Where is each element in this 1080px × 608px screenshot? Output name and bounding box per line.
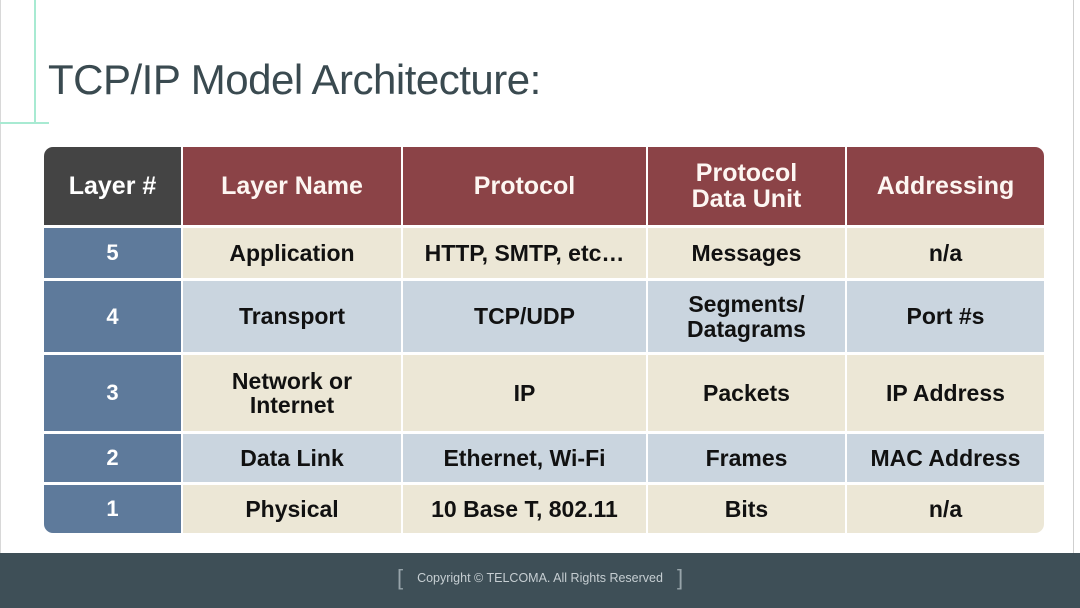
bracket-left-icon: [: [396, 565, 404, 590]
cell-layer-number: 4: [44, 281, 181, 352]
column-header-layer-name: Layer Name: [183, 147, 401, 225]
copyright-block: [ Copyright © TELCOMA. All Rights Reserv…: [397, 567, 683, 589]
cell-protocol: 10 Base T, 802.11: [403, 485, 646, 533]
footer-bar: [ Copyright © TELCOMA. All Rights Reserv…: [0, 553, 1080, 608]
column-header-layer-number: Layer #: [44, 147, 181, 225]
cell-protocol: HTTP, SMTP, etc…: [403, 228, 646, 278]
bracket-right-icon: ]: [676, 565, 684, 590]
vertical-guide-line: [34, 0, 36, 124]
cell-layer-name: Application: [183, 228, 401, 278]
cell-pdu: Messages: [648, 228, 845, 278]
cell-pdu: Bits: [648, 485, 845, 533]
table-row: 3 Network or Internet IP Packets IP Addr…: [44, 355, 1044, 431]
cell-layer-name: Transport: [183, 281, 401, 352]
slide-right-border: [1073, 0, 1074, 553]
cell-layer-number: 2: [44, 434, 181, 482]
table-header-row: Layer # Layer Name Protocol Protocol Dat…: [44, 147, 1044, 225]
cell-layer-number: 5: [44, 228, 181, 278]
cell-layer-name: Physical: [183, 485, 401, 533]
cell-pdu: Frames: [648, 434, 845, 482]
column-header-protocol-data-unit: Protocol Data Unit: [648, 147, 845, 225]
cell-addressing: n/a: [847, 485, 1044, 533]
cell-protocol: IP: [403, 355, 646, 431]
table-row: 5 Application HTTP, SMTP, etc… Messages …: [44, 228, 1044, 278]
cell-pdu: Packets: [648, 355, 845, 431]
cell-layer-name: Data Link: [183, 434, 401, 482]
cell-addressing: n/a: [847, 228, 1044, 278]
cell-layer-number: 1: [44, 485, 181, 533]
page-title: TCP/IP Model Architecture:: [48, 56, 541, 103]
cell-layer-number: 3: [44, 355, 181, 431]
column-header-addressing: Addressing: [847, 147, 1044, 225]
slide-canvas: TCP/IP Model Architecture: Layer # Layer…: [0, 0, 1080, 608]
copyright-text: Copyright © TELCOMA. All Rights Reserved: [417, 571, 663, 585]
cell-protocol: TCP/UDP: [403, 281, 646, 352]
column-header-protocol: Protocol: [403, 147, 646, 225]
tcpip-layers-table: Layer # Layer Name Protocol Protocol Dat…: [42, 144, 1046, 536]
cell-protocol: Ethernet, Wi-Fi: [403, 434, 646, 482]
cell-addressing: Port #s: [847, 281, 1044, 352]
table-row: 2 Data Link Ethernet, Wi-Fi Frames MAC A…: [44, 434, 1044, 482]
horizontal-guide-line: [0, 122, 49, 124]
cell-addressing: MAC Address: [847, 434, 1044, 482]
cell-pdu: Segments/ Datagrams: [648, 281, 845, 352]
cell-layer-name: Network or Internet: [183, 355, 401, 431]
table-row: 4 Transport TCP/UDP Segments/ Datagrams …: [44, 281, 1044, 352]
table-row: 1 Physical 10 Base T, 802.11 Bits n/a: [44, 485, 1044, 533]
slide-left-border: [0, 0, 1, 553]
cell-addressing: IP Address: [847, 355, 1044, 431]
